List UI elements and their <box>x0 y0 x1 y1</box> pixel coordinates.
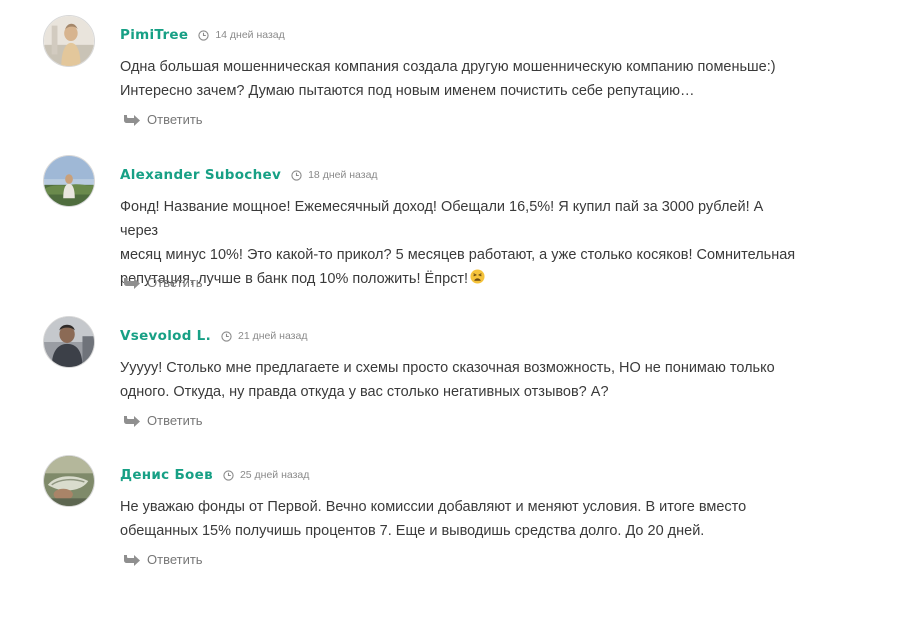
reply-button[interactable]: Ответить <box>123 552 203 567</box>
comment-text: Одна большая мошенническая компания созд… <box>120 55 800 103</box>
comment-line: Фонд! Название мощное! Ежемесячный доход… <box>120 199 764 239</box>
comment-time: 18 дней назад <box>308 169 378 181</box>
clock-icon <box>198 29 209 41</box>
comment-line: месяц минус 10%! Это какой-то прикол? 5 … <box>120 247 796 263</box>
avatar[interactable] <box>43 155 95 207</box>
reply-label: Ответить <box>147 112 203 127</box>
comment-time: 25 дней назад <box>239 469 310 481</box>
comment-line: обещанных 15% получишь процентов 7. Еще … <box>120 523 705 539</box>
comment-text: Не уважаю фонды от Первой. Вечно комисси… <box>120 495 800 543</box>
reply-button[interactable]: Ответить <box>123 275 203 290</box>
reply-arrow-icon <box>123 113 140 126</box>
avatar-photo <box>44 156 94 206</box>
avatar[interactable] <box>43 455 95 507</box>
comment-line: Ууууу! Столько мне предлагаете и схемы п… <box>120 360 775 376</box>
avatar[interactable] <box>43 15 95 67</box>
clock-icon <box>291 169 302 181</box>
comment-line-with-emoji: репутация, лучше в банк под 10% положить… <box>120 267 800 291</box>
comment-line: Не уважаю фонды от Первой. Вечно комисси… <box>120 499 747 515</box>
comment-text: Фонд! Название мощное! Ежемесячный доход… <box>120 195 800 291</box>
reply-button[interactable]: Ответить <box>123 413 203 428</box>
author-name[interactable]: PimiTree <box>120 27 188 43</box>
reply-button[interactable]: Ответить <box>123 112 203 127</box>
clock-icon <box>223 469 234 481</box>
reply-arrow-icon <box>123 414 140 427</box>
author-name[interactable]: Alexander Subochev <box>120 167 281 183</box>
tired-face-emoji <box>470 268 485 284</box>
clock-icon <box>221 330 232 342</box>
comment-line: одного. Откуда, ну правда откуда у вас с… <box>120 384 609 400</box>
comment-text: Ууууу! Столько мне предлагаете и схемы п… <box>120 356 800 404</box>
avatar-photo <box>44 456 94 506</box>
comments-list: PimiTree 14 дней назад Одна большая моше… <box>0 0 902 622</box>
avatar[interactable] <box>43 316 95 368</box>
author-name[interactable]: Vsevolod L. <box>120 328 211 344</box>
comment-time: 14 дней назад <box>215 29 285 41</box>
reply-label: Ответить <box>147 413 203 428</box>
reply-label: Ответить <box>147 552 203 567</box>
comment-line: Интересно зачем? Думаю пытаются под новы… <box>120 83 695 99</box>
reply-arrow-icon <box>123 553 140 566</box>
comment-time: 21 дней назад <box>238 330 308 342</box>
avatar-photo <box>44 317 94 367</box>
avatar-photo <box>44 16 94 66</box>
reply-arrow-icon <box>123 276 140 289</box>
author-name[interactable]: Денис Боев <box>120 467 213 483</box>
comment-line: Одна большая мошенническая компания созд… <box>120 59 776 75</box>
reply-label: Ответить <box>147 275 203 290</box>
